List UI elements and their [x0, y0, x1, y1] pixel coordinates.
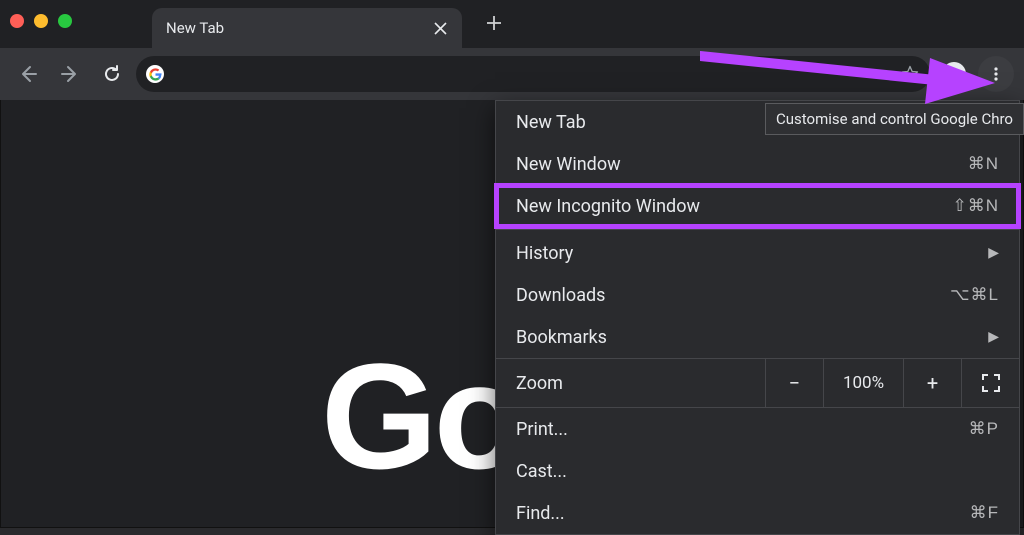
browser-tab[interactable]: New Tab — [152, 8, 462, 48]
forward-button[interactable] — [52, 56, 88, 92]
menu-item-new-incognito-window[interactable]: New Incognito Window ⇧⌘N — [496, 185, 1019, 227]
arrow-left-icon — [18, 64, 38, 84]
reload-button[interactable] — [94, 56, 130, 92]
menu-shortcut: ⌘F — [970, 503, 999, 523]
profile-avatar-button[interactable] — [936, 56, 972, 92]
close-icon — [434, 22, 447, 35]
address-bar[interactable] — [136, 56, 930, 92]
menu-item-cast[interactable]: Cast... — [496, 450, 1019, 492]
menu-shortcut: ⌘P — [969, 419, 999, 439]
zoom-percent: 100% — [823, 359, 903, 407]
zoom-controls: − 100% + — [765, 359, 1019, 407]
maximize-window-button[interactable] — [58, 14, 72, 28]
menu-shortcut: ⌘N — [968, 154, 999, 174]
chevron-right-icon: ▶ — [988, 245, 999, 261]
menu-item-bookmarks[interactable]: Bookmarks ▶ — [496, 316, 1019, 358]
menu-label: Zoom — [496, 373, 765, 394]
bookmark-star-button[interactable] — [900, 64, 920, 84]
chevron-right-icon: ▶ — [988, 329, 999, 345]
three-dots-icon — [988, 66, 1004, 82]
menu-label: New Window — [516, 154, 968, 175]
menu-item-zoom: Zoom − 100% + — [496, 358, 1019, 408]
zoom-out-button[interactable]: − — [765, 359, 823, 407]
fullscreen-icon — [981, 373, 1001, 393]
menu-label: New Incognito Window — [516, 196, 952, 217]
window-controls — [10, 14, 72, 28]
menu-label: Bookmarks — [516, 327, 988, 348]
menu-item-new-window[interactable]: New Window ⌘N — [496, 143, 1019, 185]
zoom-in-button[interactable]: + — [903, 359, 961, 407]
tab-title: New Tab — [166, 19, 432, 37]
menu-item-history[interactable]: History ▶ — [496, 232, 1019, 274]
plus-icon — [486, 15, 502, 31]
menu-button-tooltip: Customise and control Google Chro — [765, 103, 1024, 135]
star-icon — [900, 64, 920, 84]
minimize-window-button[interactable] — [34, 14, 48, 28]
menu-item-print[interactable]: Print... ⌘P — [496, 408, 1019, 450]
profile-avatar-icon — [941, 61, 967, 87]
menu-label: Cast... — [516, 461, 999, 482]
back-button[interactable] — [10, 56, 46, 92]
chrome-main-menu: New Tab ⌘T New Window ⌘N New Incognito W… — [495, 100, 1020, 535]
menu-label: Downloads — [516, 285, 950, 306]
reload-icon — [102, 64, 122, 84]
menu-label: Print... — [516, 419, 969, 440]
google-favicon-icon — [146, 65, 164, 83]
new-tab-button[interactable] — [478, 7, 510, 39]
toolbar — [0, 48, 1024, 100]
menu-item-downloads[interactable]: Downloads ⌥⌘L — [496, 274, 1019, 316]
google-logo: Go — [321, 330, 521, 503]
menu-separator — [496, 229, 1019, 230]
close-window-button[interactable] — [10, 14, 24, 28]
chrome-menu-button[interactable] — [978, 56, 1014, 92]
close-tab-button[interactable] — [432, 20, 448, 36]
menu-shortcut: ⌥⌘L — [950, 285, 999, 305]
menu-label: Find... — [516, 503, 970, 524]
menu-shortcut: ⇧⌘N — [952, 196, 999, 216]
fullscreen-button[interactable] — [961, 359, 1019, 407]
arrow-right-icon — [60, 64, 80, 84]
title-bar: New Tab — [0, 0, 1024, 48]
menu-label: History — [516, 243, 988, 264]
